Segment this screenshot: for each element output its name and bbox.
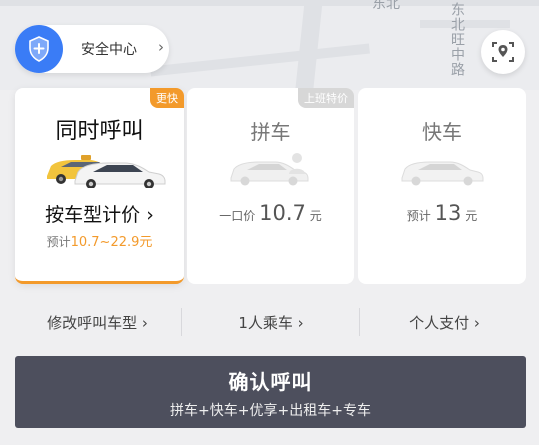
- locate-button[interactable]: [481, 30, 525, 74]
- car-icon: [15, 148, 184, 189]
- price-prefix: 一口价: [219, 209, 256, 223]
- estimate-prefix: 预计: [46, 235, 71, 249]
- ride-options-row: 修改呼叫车型 › 1人乘车 › 个人支付 ›: [15, 300, 526, 344]
- map-road-label: 东北: [372, 0, 400, 12]
- pricing-mode-link[interactable]: 按车型计价 ›: [15, 200, 184, 227]
- commute-deal-badge: 上班特价: [298, 88, 354, 108]
- card-title: 拼车: [250, 120, 291, 144]
- price-unit: 元: [465, 209, 478, 223]
- price-unit: 元: [309, 209, 322, 223]
- map-road-label-vertical: 东北旺中路: [449, 2, 465, 77]
- chevron-right-icon: ›: [158, 38, 164, 56]
- change-car-type-link[interactable]: 修改呼叫车型 ›: [15, 312, 180, 333]
- estimated-price: 预计10.7~22.9元: [15, 231, 184, 250]
- express-car-icon: [358, 148, 526, 188]
- price-value: 13: [434, 201, 462, 225]
- divider: [359, 308, 360, 336]
- price-prefix: 预计: [406, 209, 431, 223]
- locate-icon: [492, 42, 514, 62]
- carpool-car-icon: [187, 148, 354, 188]
- safety-center-label: 安全中心: [81, 42, 137, 58]
- card-title: 同时呼叫: [55, 119, 144, 144]
- divider: [181, 308, 182, 336]
- confirm-call-button[interactable]: 确认呼叫 拼车+快车+优享+出租车+专车: [15, 356, 526, 428]
- confirm-subtitle: 拼车+快车+优享+出租车+专车: [170, 403, 371, 419]
- confirm-title: 确认呼叫: [228, 370, 313, 394]
- safety-center-button[interactable]: 安全中心 ›: [15, 25, 169, 73]
- faster-badge: 更快: [150, 88, 184, 108]
- ride-card-carpool[interactable]: 上班特价 拼车 一口价 10.7 元: [187, 88, 354, 284]
- ride-card-express[interactable]: 快车 预计 13 元: [358, 88, 526, 284]
- ride-card-simultaneous[interactable]: 更快 同时呼叫 按车型计价 › 预计10.7~22.9元: [15, 88, 184, 284]
- passenger-count-link[interactable]: 1人乘车 ›: [185, 312, 357, 333]
- carpool-price: 一口价 10.7 元: [187, 201, 354, 225]
- price-value: 10.7: [259, 201, 306, 225]
- payment-method-link[interactable]: 个人支付 ›: [363, 312, 526, 333]
- estimate-value: 10.7~22.9元: [70, 235, 153, 250]
- express-price: 预计 13 元: [358, 201, 526, 225]
- card-title: 快车: [422, 120, 462, 144]
- shield-icon: [15, 25, 63, 73]
